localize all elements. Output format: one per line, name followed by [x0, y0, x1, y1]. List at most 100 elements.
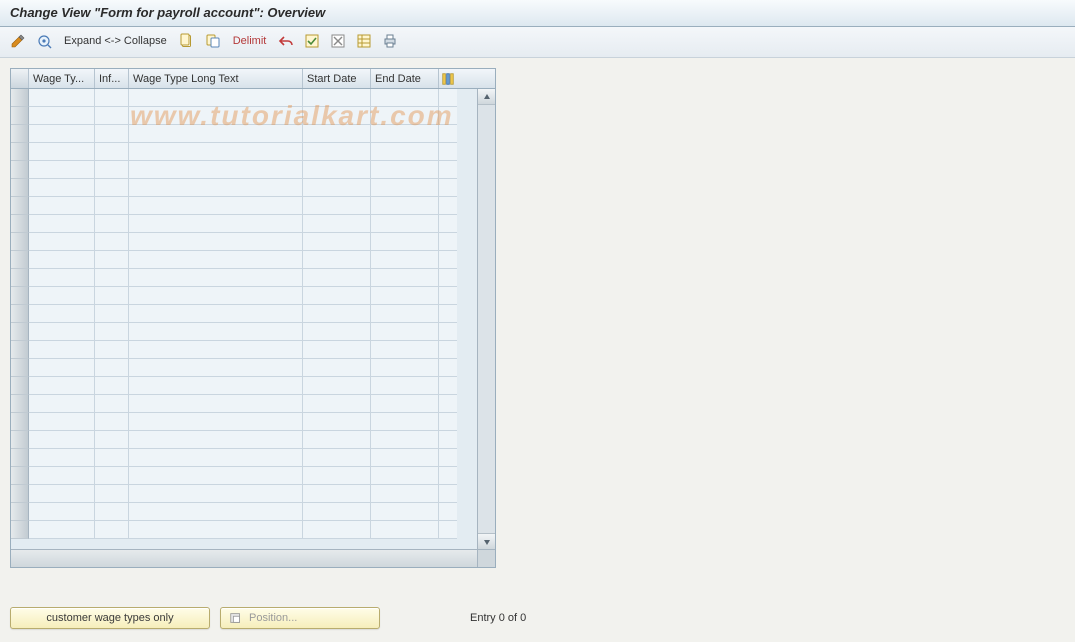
cell-end-date[interactable] — [371, 503, 439, 521]
cell-inf[interactable] — [95, 161, 129, 179]
cell-long-text[interactable] — [129, 395, 303, 413]
col-header-long-text[interactable]: Wage Type Long Text — [129, 69, 303, 88]
cell-inf[interactable] — [95, 503, 129, 521]
cell-end-date[interactable] — [371, 359, 439, 377]
cell-wage-type[interactable] — [29, 251, 95, 269]
column-config-icon[interactable] — [439, 69, 457, 88]
cell-inf[interactable] — [95, 431, 129, 449]
cell-long-text[interactable] — [129, 269, 303, 287]
change-pencil-icon[interactable] — [8, 31, 28, 51]
row-selector[interactable] — [11, 269, 29, 287]
cell-wage-type[interactable] — [29, 179, 95, 197]
copy-as-icon[interactable] — [203, 31, 223, 51]
cell-inf[interactable] — [95, 125, 129, 143]
delimit-button[interactable]: Delimit — [229, 31, 271, 51]
other-view-icon[interactable] — [34, 31, 54, 51]
table-settings-icon[interactable] — [354, 31, 374, 51]
cell-long-text[interactable] — [129, 161, 303, 179]
cell-start-date[interactable] — [303, 287, 371, 305]
col-header-end-date[interactable]: End Date — [371, 69, 439, 88]
table-row[interactable] — [11, 89, 477, 107]
cell-end-date[interactable] — [371, 377, 439, 395]
cell-start-date[interactable] — [303, 377, 371, 395]
cell-long-text[interactable] — [129, 125, 303, 143]
cell-wage-type[interactable] — [29, 521, 95, 539]
row-selector[interactable] — [11, 431, 29, 449]
cell-long-text[interactable] — [129, 485, 303, 503]
row-selector[interactable] — [11, 125, 29, 143]
cell-long-text[interactable] — [129, 233, 303, 251]
table-row[interactable] — [11, 125, 477, 143]
table-row[interactable] — [11, 323, 477, 341]
cell-start-date[interactable] — [303, 449, 371, 467]
table-row[interactable] — [11, 179, 477, 197]
cell-wage-type[interactable] — [29, 341, 95, 359]
cell-end-date[interactable] — [371, 233, 439, 251]
table-row[interactable] — [11, 251, 477, 269]
table-row[interactable] — [11, 449, 477, 467]
cell-wage-type[interactable] — [29, 449, 95, 467]
customer-wage-types-button[interactable]: customer wage types only — [10, 607, 210, 629]
cell-inf[interactable] — [95, 341, 129, 359]
cell-long-text[interactable] — [129, 521, 303, 539]
col-header-inf[interactable]: Inf... — [95, 69, 129, 88]
cell-start-date[interactable] — [303, 503, 371, 521]
scroll-down-icon[interactable] — [478, 533, 495, 549]
vertical-scrollbar[interactable] — [477, 89, 495, 549]
cell-start-date[interactable] — [303, 269, 371, 287]
cell-start-date[interactable] — [303, 251, 371, 269]
cell-start-date[interactable] — [303, 161, 371, 179]
scroll-up-icon[interactable] — [478, 89, 495, 105]
row-selector[interactable] — [11, 395, 29, 413]
row-selector[interactable] — [11, 89, 29, 107]
cell-long-text[interactable] — [129, 449, 303, 467]
row-selector[interactable] — [11, 485, 29, 503]
table-row[interactable] — [11, 359, 477, 377]
cell-end-date[interactable] — [371, 269, 439, 287]
cell-start-date[interactable] — [303, 179, 371, 197]
cell-inf[interactable] — [95, 413, 129, 431]
cell-wage-type[interactable] — [29, 233, 95, 251]
cell-wage-type[interactable] — [29, 125, 95, 143]
cell-inf[interactable] — [95, 107, 129, 125]
cell-long-text[interactable] — [129, 287, 303, 305]
cell-end-date[interactable] — [371, 89, 439, 107]
row-selector[interactable] — [11, 197, 29, 215]
table-row[interactable] — [11, 377, 477, 395]
cell-wage-type[interactable] — [29, 107, 95, 125]
cell-end-date[interactable] — [371, 287, 439, 305]
print-icon[interactable] — [380, 31, 400, 51]
cell-end-date[interactable] — [371, 341, 439, 359]
cell-inf[interactable] — [95, 143, 129, 161]
cell-long-text[interactable] — [129, 215, 303, 233]
cell-start-date[interactable] — [303, 125, 371, 143]
table-row[interactable] — [11, 161, 477, 179]
cell-end-date[interactable] — [371, 395, 439, 413]
row-selector[interactable] — [11, 305, 29, 323]
row-selector-header[interactable] — [11, 69, 29, 88]
cell-long-text[interactable] — [129, 179, 303, 197]
cell-inf[interactable] — [95, 323, 129, 341]
row-selector[interactable] — [11, 251, 29, 269]
cell-wage-type[interactable] — [29, 161, 95, 179]
row-selector[interactable] — [11, 233, 29, 251]
scroll-track[interactable] — [478, 105, 495, 533]
cell-inf[interactable] — [95, 449, 129, 467]
cell-end-date[interactable] — [371, 305, 439, 323]
cell-long-text[interactable] — [129, 341, 303, 359]
cell-wage-type[interactable] — [29, 395, 95, 413]
cell-start-date[interactable] — [303, 431, 371, 449]
table-row[interactable] — [11, 395, 477, 413]
row-selector[interactable] — [11, 521, 29, 539]
row-selector[interactable] — [11, 161, 29, 179]
cell-inf[interactable] — [95, 251, 129, 269]
cell-start-date[interactable] — [303, 197, 371, 215]
row-selector[interactable] — [11, 377, 29, 395]
row-selector[interactable] — [11, 503, 29, 521]
table-row[interactable] — [11, 305, 477, 323]
deselect-all-icon[interactable] — [328, 31, 348, 51]
cell-end-date[interactable] — [371, 197, 439, 215]
cell-long-text[interactable] — [129, 305, 303, 323]
cell-long-text[interactable] — [129, 89, 303, 107]
cell-start-date[interactable] — [303, 107, 371, 125]
